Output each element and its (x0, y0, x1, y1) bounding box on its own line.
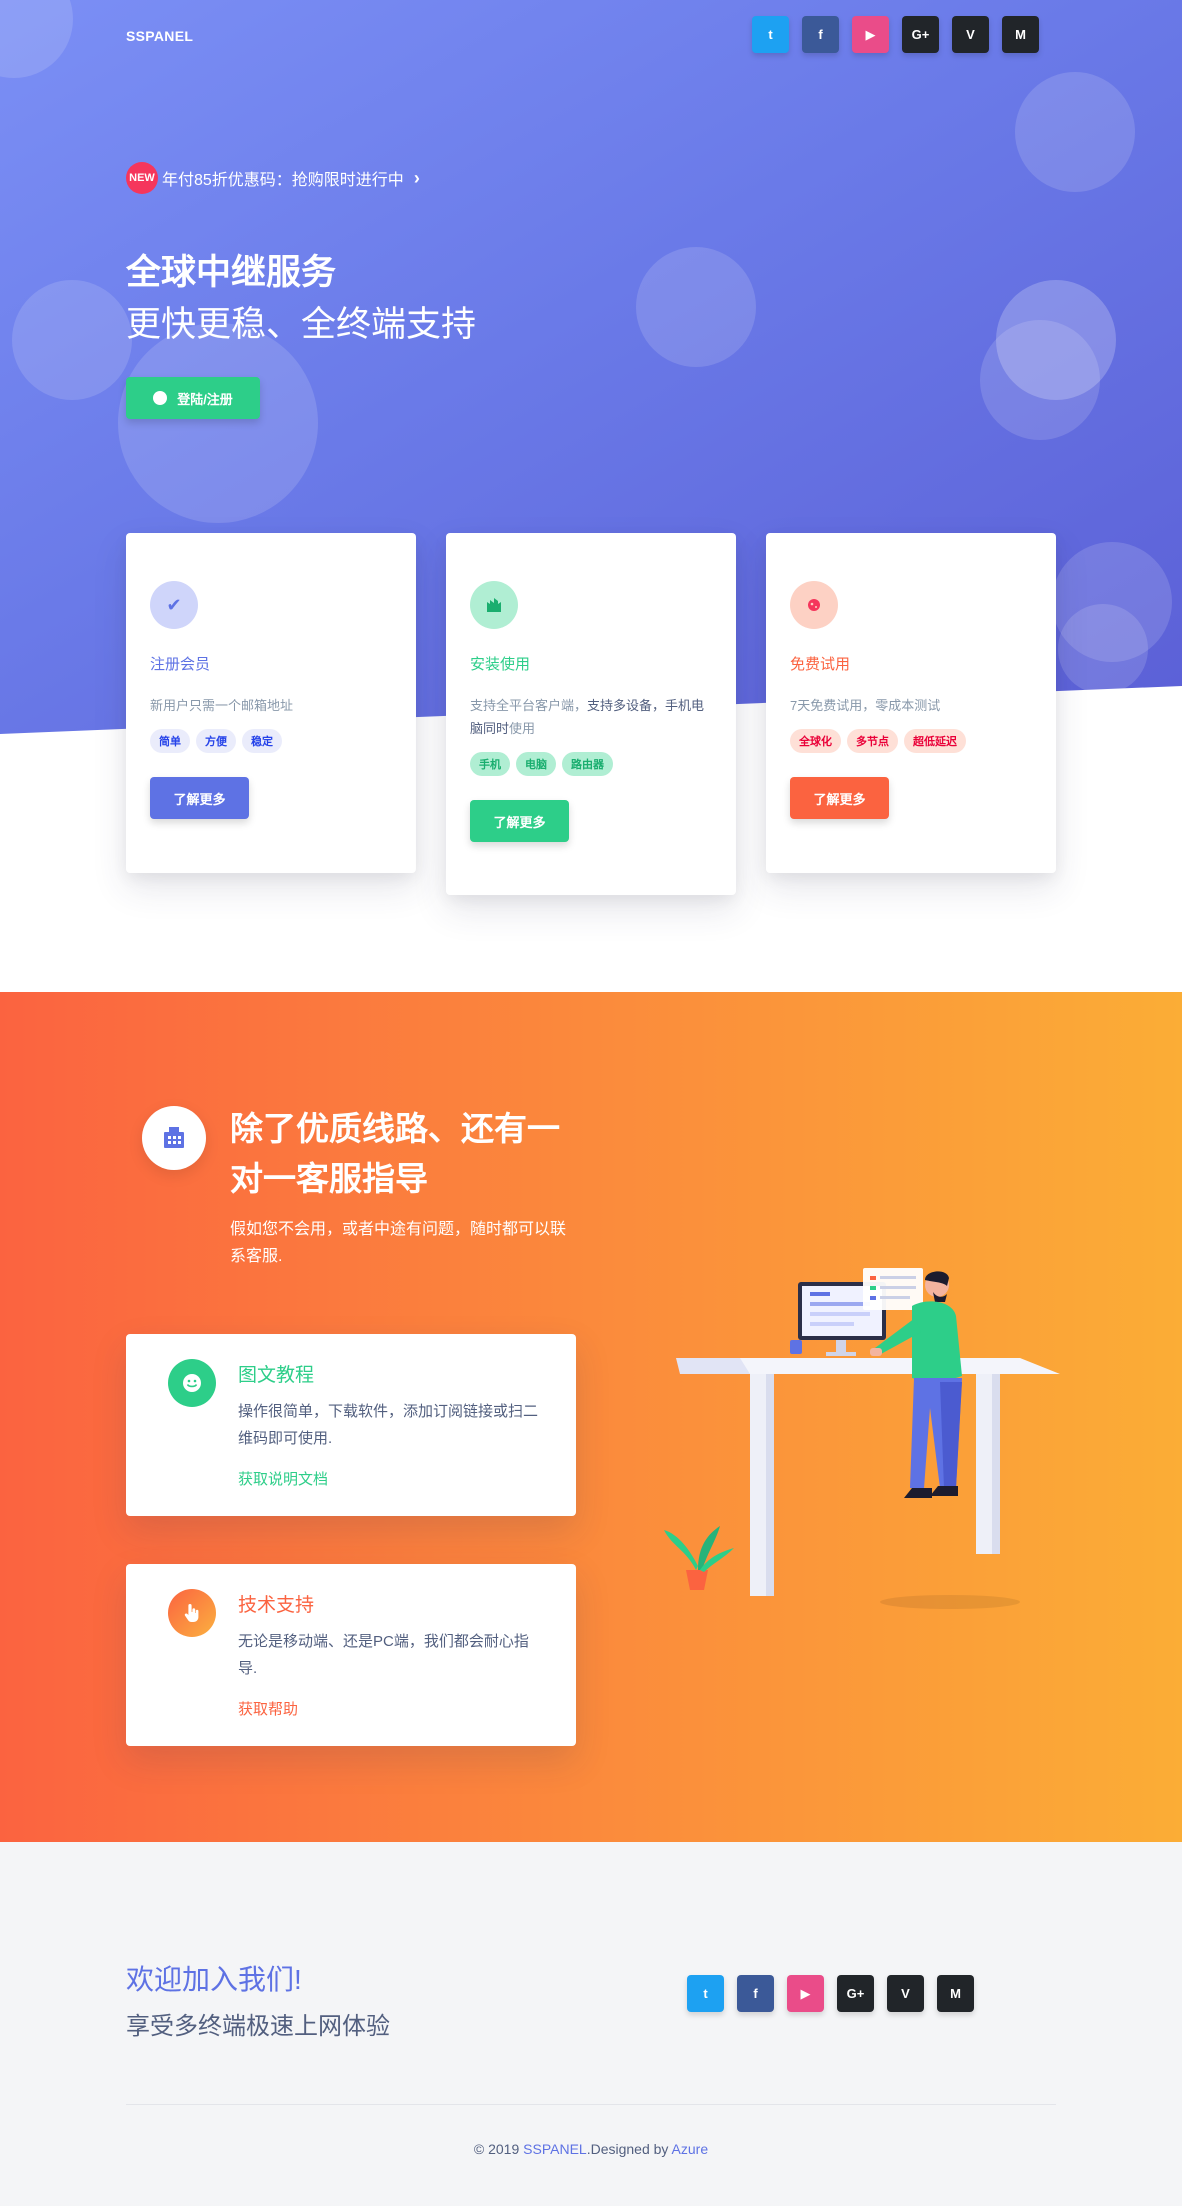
google-plus-icon[interactable]: G+ (902, 16, 939, 53)
building-icon (142, 1106, 206, 1170)
support-description: 假如您不会用，或者中途有问题，随时都可以联系客服. (230, 1221, 567, 1265)
decor-bubble (118, 323, 318, 523)
card-tags: 简单 方便 稳定 (150, 729, 392, 753)
promo-banner[interactable]: NEW 年付85折优惠码：抢购限时进行中 › (126, 162, 420, 194)
tag: 简单 (150, 729, 190, 753)
check-icon: ✔ (150, 581, 198, 629)
copyright: © 2019 SSPANEL.Designed by Azure (473, 2141, 709, 2157)
card-title: 免费试用 (790, 656, 851, 673)
get-help-link[interactable]: 获取帮助 (238, 1698, 298, 1719)
tag: 多节点 (847, 729, 898, 753)
card-description: 新用户只需一个邮箱地址 (150, 698, 294, 713)
header-social-links: t f ▶ G+ V M (752, 16, 1039, 53)
card-tags: 手机 电脑 路由器 (470, 752, 712, 776)
tutorial-description: 操作很简单，下载软件，添加订阅链接或扫二维码即可使用. (238, 1403, 539, 1447)
tag: 手机 (470, 752, 510, 776)
medium-icon[interactable]: M (1002, 16, 1039, 53)
hand-icon (168, 1589, 216, 1637)
building-icon (470, 581, 518, 629)
twitter-icon[interactable]: t (752, 16, 789, 53)
decor-bubble (636, 247, 756, 367)
vimeo-icon[interactable]: V (952, 16, 989, 53)
planet-icon (790, 581, 838, 629)
feature-card-trial: 免费试用 7天免费试用，零成本测试 全球化 多节点 超低延迟 了解更多 (766, 533, 1056, 873)
tag: 路由器 (562, 752, 613, 776)
decor-bubble (980, 320, 1100, 440)
tech-support-description: 无论是移动端、还是PC端，我们都会耐心指导. (238, 1633, 529, 1677)
vimeo-icon[interactable]: V (887, 1975, 924, 2012)
twitter-icon[interactable]: t (687, 1975, 724, 2012)
author-link[interactable]: Azure (672, 2141, 709, 2157)
tag: 稳定 (242, 729, 282, 753)
footer-title: 欢迎加入我们! (126, 1964, 302, 1995)
youtube-icon[interactable]: ▶ (787, 1975, 824, 2012)
decor-bubble (1058, 604, 1148, 694)
facebook-icon[interactable]: f (802, 16, 839, 53)
card-description: 支持全平台客户端，支持多设备，手机电脑同时使用 (470, 698, 705, 736)
card-title: 注册会员 (150, 656, 211, 673)
learn-more-button[interactable]: 了解更多 (150, 777, 249, 819)
feature-card-register: ✔ 注册会员 新用户只需一个邮箱地址 简单 方便 稳定 了解更多 (126, 533, 416, 873)
google-plus-icon[interactable]: G+ (837, 1975, 874, 2012)
person-at-desk-illustration (664, 1268, 1060, 1609)
promo-text: 年付85折优惠码：抢购限时进行中 (162, 172, 404, 189)
footer-subtitle: 享受多终端极速上网体验 (126, 2013, 390, 2040)
tutorial-title: 图文教程 (238, 1365, 315, 1386)
tutorial-card: 图文教程 操作很简单，下载软件，添加订阅链接或扫二维码即可使用. 获取说明文档 (126, 1334, 576, 1516)
card-title: 安装使用 (470, 656, 531, 673)
youtube-icon[interactable]: ▶ (852, 16, 889, 53)
learn-more-button[interactable]: 了解更多 (470, 800, 569, 842)
medium-icon[interactable]: M (937, 1975, 974, 2012)
tag: 电脑 (516, 752, 556, 776)
login-register-label: 登陆/注册 (177, 391, 233, 407)
hero-title: 全球中继服务 (126, 253, 337, 292)
chevron-right-icon: › (413, 167, 420, 188)
tech-support-card: 技术支持 无论是移动端、还是PC端，我们都会耐心指导. 获取帮助 (126, 1564, 576, 1746)
tag: 方便 (196, 729, 236, 753)
get-docs-link[interactable]: 获取说明文档 (238, 1468, 328, 1489)
brand-link[interactable]: SSPANEL (523, 2141, 587, 2157)
footer-social-links: t f ▶ G+ V M (687, 1975, 974, 2012)
decor-bubble (12, 280, 132, 400)
support-title: 除了优质线路、还有一对一客服指导 (230, 1110, 560, 1197)
card-tags: 全球化 多节点 超低延迟 (790, 729, 1032, 753)
login-register-button[interactable]: 登陆/注册 (126, 377, 260, 419)
hero-section: SSPANEL t f ▶ G+ V M NEW 年付85折优惠码：抢购限时进行… (0, 0, 1182, 990)
card-description: 7天免费试用，零成本测试 (790, 698, 941, 713)
footer-divider (126, 2104, 1056, 2105)
brand-logo[interactable]: SSPANEL (126, 28, 193, 44)
hero-subtitle: 更快更稳、全终端支持 (126, 305, 477, 344)
feature-card-install: 安装使用 支持全平台客户端，支持多设备，手机电脑同时使用 手机 电脑 路由器 了… (446, 533, 736, 895)
footer-section: 欢迎加入我们! 享受多终端极速上网体验 t f ▶ G+ V M © 2019 … (0, 1842, 1182, 2206)
tech-support-title: 技术支持 (238, 1595, 315, 1616)
support-section: 除了优质线路、还有一对一客服指导 假如您不会用，或者中途有问题，随时都可以联系客… (0, 992, 1182, 1842)
decor-bubble (1015, 72, 1135, 192)
learn-more-button[interactable]: 了解更多 (790, 777, 889, 819)
tag: 全球化 (790, 729, 841, 753)
smile-icon (168, 1359, 216, 1407)
user-icon (153, 391, 168, 405)
tag: 超低延迟 (904, 729, 966, 753)
new-badge: NEW (126, 162, 158, 194)
facebook-icon[interactable]: f (737, 1975, 774, 2012)
